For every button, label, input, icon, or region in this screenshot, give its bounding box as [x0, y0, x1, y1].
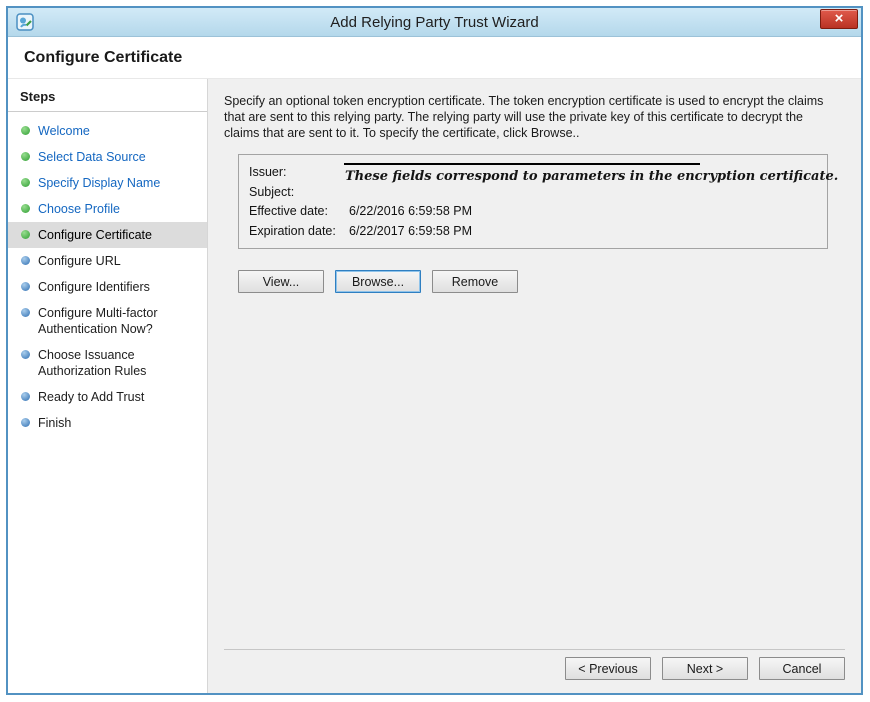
instructions-text: Specify an optional token encryption cer…	[224, 93, 840, 141]
expiration-date-row: Expiration date: 6/22/2017 6:59:58 PM	[249, 222, 817, 242]
step-status-icon	[21, 418, 30, 427]
sidebar-step-specify-display-name[interactable]: Specify Display Name	[8, 170, 207, 196]
effective-date-row: Effective date: 6/22/2016 6:59:58 PM	[249, 202, 817, 222]
sidebar-step-finish: Finish	[8, 410, 207, 436]
step-status-icon	[21, 282, 30, 291]
sidebar-step-welcome[interactable]: Welcome	[8, 118, 207, 144]
browse-button[interactable]: Browse...	[335, 270, 421, 293]
next-button[interactable]: Next >	[662, 657, 748, 680]
page-title: Configure Certificate	[8, 37, 861, 79]
view-button[interactable]: View...	[238, 270, 324, 293]
subject-row: Subject:	[249, 183, 817, 203]
adfs-wizard-icon	[16, 13, 34, 31]
effective-date-label: Effective date:	[249, 202, 349, 222]
steps-sidebar: Steps Welcome Select Data Source Specify…	[8, 79, 208, 693]
close-button[interactable]: ×	[820, 9, 858, 29]
previous-button[interactable]: < Previous	[565, 657, 651, 680]
expiration-date-label: Expiration date:	[249, 222, 349, 242]
sidebar-step-ready-to-add-trust: Ready to Add Trust	[8, 384, 207, 410]
expiration-date-value: 6/22/2017 6:59:58 PM	[349, 222, 472, 242]
step-status-icon	[21, 392, 30, 401]
sidebar-step-configure-identifiers: Configure Identifiers	[8, 274, 207, 300]
window-title: Add Relying Party Trust Wizard	[8, 14, 861, 31]
title-bar[interactable]: Add Relying Party Trust Wizard ×	[8, 8, 861, 37]
main-body: Specify an optional token encryption cer…	[208, 79, 861, 649]
certificate-details-groupbox: Issuer: Subject: Effective date: 6/22/20…	[238, 154, 828, 249]
sidebar-step-configure-certificate[interactable]: Configure Certificate	[8, 222, 207, 248]
sidebar-step-select-data-source[interactable]: Select Data Source	[8, 144, 207, 170]
sidebar-step-configure-multi-factor: Configure Multi-factor Authentication No…	[8, 300, 207, 342]
step-status-icon	[21, 126, 30, 135]
step-status-icon	[21, 308, 30, 317]
sidebar-step-choose-profile[interactable]: Choose Profile	[8, 196, 207, 222]
effective-date-value: 6/22/2016 6:59:58 PM	[349, 202, 472, 222]
cancel-button[interactable]: Cancel	[759, 657, 845, 680]
step-status-icon	[21, 256, 30, 265]
redaction-line	[344, 163, 700, 165]
step-status-icon	[21, 178, 30, 187]
content-area: Steps Welcome Select Data Source Specify…	[8, 79, 861, 693]
wizard-footer: < Previous Next > Cancel	[224, 649, 845, 693]
subject-label: Subject:	[249, 183, 349, 203]
wizard-window: Add Relying Party Trust Wizard × Configu…	[6, 6, 863, 695]
issuer-label: Issuer:	[249, 163, 349, 183]
main-pane: Specify an optional token encryption cer…	[208, 79, 861, 693]
annotation-note: These fields correspond to parameters in…	[345, 169, 838, 184]
step-status-icon	[21, 350, 30, 359]
remove-button[interactable]: Remove	[432, 270, 518, 293]
steps-heading: Steps	[8, 85, 207, 112]
step-status-icon	[21, 230, 30, 239]
sidebar-step-configure-url: Configure URL	[8, 248, 207, 274]
step-status-icon	[21, 204, 30, 213]
steps-list: Welcome Select Data Source Specify Displ…	[8, 112, 207, 436]
certificate-buttons-row: View... Browse... Remove	[238, 270, 845, 293]
step-status-icon	[21, 152, 30, 161]
sidebar-step-choose-issuance-rules: Choose Issuance Authorization Rules	[8, 342, 207, 384]
